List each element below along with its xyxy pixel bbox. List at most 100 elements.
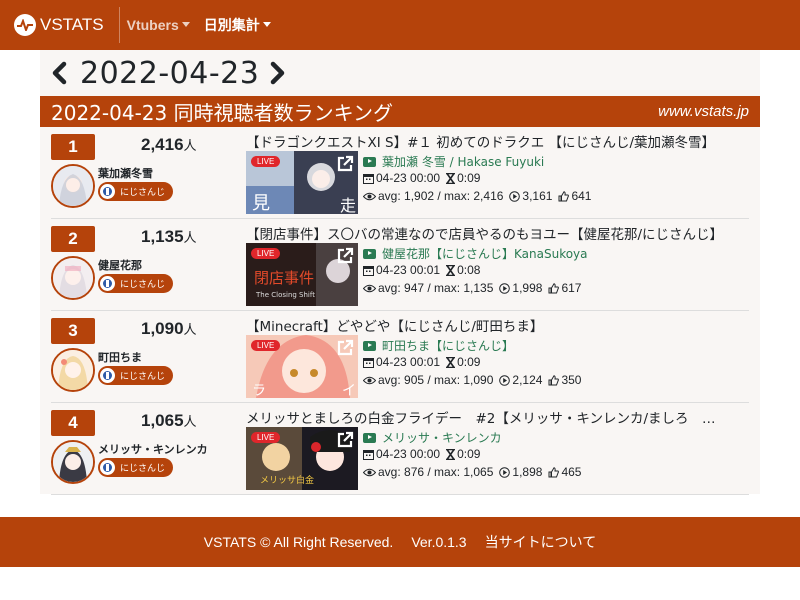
play-count: 1,998 — [512, 281, 543, 295]
start-time: 04-23 00:00 — [376, 447, 441, 461]
viewer-unit: 人 — [183, 138, 197, 153]
org-badge[interactable]: にじさんじ — [98, 274, 174, 293]
play-count: 2,124 — [512, 373, 543, 387]
footer: VSTATS © All Right Reserved. Ver.0.1.3 当… — [0, 517, 800, 567]
nav-divider — [118, 7, 120, 43]
channel-name: メリッサ・キンレンカ — [382, 431, 502, 445]
rank-badge: 2 — [51, 226, 95, 252]
thumbs-up-icon — [548, 466, 560, 477]
date-navigation: 2022-04-23 — [50, 50, 287, 96]
duration: 0:08 — [457, 263, 481, 277]
nijisanji-icon — [100, 184, 115, 199]
time-line: 04-23 00:01 0:09 — [363, 355, 480, 369]
play-circle-icon — [509, 190, 521, 202]
video-thumbnail[interactable]: 見 走 LIVE — [246, 151, 358, 214]
stats-line: avg: 905 / max: 1,090 2,124 350 — [363, 373, 581, 387]
viewer-number: 1,090 — [141, 319, 184, 338]
nijisanji-icon — [100, 276, 115, 291]
duration: 0:09 — [457, 447, 481, 461]
viewer-number: 2,416 — [141, 135, 184, 154]
nav-dropdown-vtubers[interactable]: Vtubers — [127, 17, 190, 33]
vtuber-name[interactable]: 健屋花那 — [98, 257, 142, 273]
avatar[interactable] — [51, 348, 95, 392]
svg-text:閉店事件: 閉店事件 — [254, 269, 314, 287]
org-badge[interactable]: にじさんじ — [98, 458, 174, 477]
viewer-unit: 人 — [183, 322, 197, 337]
start-time: 04-23 00:01 — [376, 355, 441, 369]
org-badge[interactable]: にじさんじ — [98, 182, 174, 201]
chevron-right-icon[interactable] — [269, 61, 287, 85]
external-link-icon[interactable] — [335, 430, 355, 450]
video-thumbnail[interactable]: ラ イ LIVE — [246, 335, 358, 398]
video-title[interactable]: 【閉店事件】ス〇バの常連なので店員やるのもヨユー【健屋花那/にじさんじ】 — [246, 223, 746, 243]
like-count: 350 — [561, 373, 582, 387]
chevron-left-icon[interactable] — [50, 61, 68, 85]
org-badge[interactable]: にじさんじ — [98, 366, 174, 385]
external-link-icon[interactable] — [335, 246, 355, 266]
org-label: にじさんじ — [120, 188, 166, 198]
video-thumbnail[interactable]: 閉店事件 The Closing Shift LIVE — [246, 243, 358, 306]
like-count: 617 — [561, 281, 582, 295]
hourglass-icon — [446, 448, 456, 460]
rank-badge: 4 — [51, 410, 95, 436]
vtuber-name[interactable]: 町田ちま — [98, 349, 142, 365]
channel-link[interactable]: メリッサ・キンレンカ — [363, 429, 502, 446]
calendar-icon — [363, 357, 374, 368]
nijisanji-icon — [100, 368, 115, 383]
svg-text:The Closing Shift: The Closing Shift — [255, 291, 315, 299]
about-link[interactable]: 当サイトについて — [485, 532, 597, 552]
thumbs-up-icon — [548, 374, 560, 385]
ranking-title: 2022-04-23 同時視聴者数ランキング — [51, 101, 393, 125]
org-label: にじさんじ — [120, 372, 166, 382]
time-line: 04-23 00:00 0:09 — [363, 171, 480, 185]
viewer-number: 1,065 — [141, 411, 184, 430]
viewer-unit: 人 — [183, 414, 197, 429]
vtuber-name[interactable]: メリッサ・キンレンカ — [98, 441, 208, 457]
vtuber-name[interactable]: 葉加瀬冬雪 — [98, 165, 153, 181]
hourglass-icon — [446, 172, 456, 184]
svg-text:イ: イ — [342, 383, 356, 398]
calendar-icon — [363, 449, 374, 460]
brand-link[interactable]: VSTATS — [14, 14, 104, 36]
copyright-text: VSTATS © All Right Reserved. — [203, 534, 394, 550]
calendar-icon — [363, 265, 374, 276]
avatar[interactable] — [51, 256, 95, 300]
viewer-count: 2,416人 — [141, 135, 251, 155]
channel-link[interactable]: 健屋花那【にじさんじ】KanaSukoya — [363, 245, 588, 262]
channel-link[interactable]: 町田ちま【にじさんじ】 — [363, 337, 514, 354]
viewer-stats: avg: 905 / max: 1,090 — [378, 373, 494, 387]
external-link-icon[interactable] — [335, 338, 355, 358]
nav-dropdown-daily[interactable]: 日別集計 — [204, 15, 271, 35]
ranking-header: 2022-04-23 同時視聴者数ランキング www.vstats.jp — [40, 96, 760, 127]
thumbs-up-icon — [548, 282, 560, 293]
like-count: 641 — [571, 189, 592, 203]
video-title[interactable]: メリッサとましろの白金フライデー #2【メリッサ・キンレンカ/ましろ … — [246, 407, 746, 427]
viewer-count: 1,065人 — [141, 411, 251, 431]
ranking-entry: 2 1,135人 健屋花那 にじさんじ 【閉店事件】ス〇バの常連なので店員やるの… — [51, 219, 749, 311]
youtube-icon — [363, 340, 376, 351]
rank-badge: 1 — [51, 134, 95, 160]
youtube-icon — [363, 156, 376, 167]
youtube-icon — [363, 432, 376, 443]
brand-name: VSTATS — [40, 15, 104, 34]
viewer-number: 1,135 — [141, 227, 184, 246]
video-title[interactable]: 【Minecraft】どやどや【にじさんじ/町田ちま】 — [246, 315, 746, 335]
nav-vtubers-label: Vtubers — [126, 17, 179, 33]
external-link-icon[interactable] — [335, 154, 355, 174]
hourglass-icon — [446, 356, 456, 368]
svg-text:見: 見 — [252, 193, 270, 214]
start-time: 04-23 00:01 — [376, 263, 441, 277]
channel-link[interactable]: 葉加瀬 冬雪 / Hakase Fuyuki — [363, 153, 544, 170]
stats-line: avg: 1,902 / max: 2,416 3,161 641 — [363, 189, 591, 203]
version-text: Ver.0.1.3 — [411, 534, 467, 550]
avatar[interactable] — [51, 164, 95, 208]
play-circle-icon — [499, 466, 511, 478]
video-title[interactable]: 【ドラゴンクエストXI S】#１ 初めてのドラクエ 【にじさんじ/葉加瀬冬雪】 — [246, 131, 746, 151]
play-count: 3,161 — [522, 189, 553, 203]
main-panel: 2022-04-23 2022-04-23 同時視聴者数ランキング www.vs… — [40, 50, 760, 495]
avatar[interactable] — [51, 440, 95, 484]
video-thumbnail[interactable]: メリッサ白金 LIVE — [246, 427, 358, 490]
svg-text:ラ: ラ — [252, 383, 266, 398]
live-badge: LIVE — [251, 432, 281, 443]
channel-name: 町田ちま【にじさんじ】 — [382, 339, 515, 353]
